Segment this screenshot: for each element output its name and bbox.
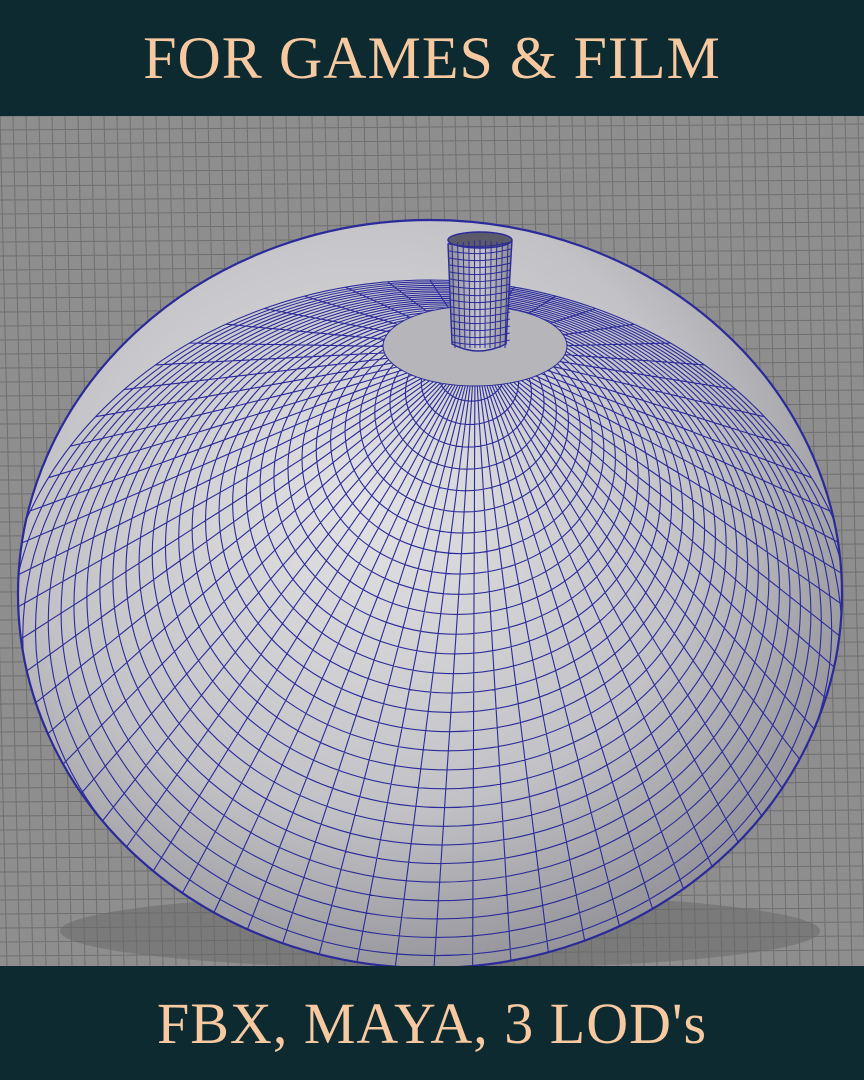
product-image: FOR GAMES & FILM FBX, MAYA, 3 LOD's	[0, 0, 864, 1080]
top-banner: FOR GAMES & FILM	[0, 0, 864, 116]
bottom-banner: FBX, MAYA, 3 LOD's	[0, 966, 864, 1080]
viewport-render	[0, 116, 864, 966]
top-banner-text: FOR GAMES & FILM	[143, 24, 721, 91]
model-render	[0, 116, 864, 966]
bottom-banner-text: FBX, MAYA, 3 LOD's	[156, 990, 708, 1056]
